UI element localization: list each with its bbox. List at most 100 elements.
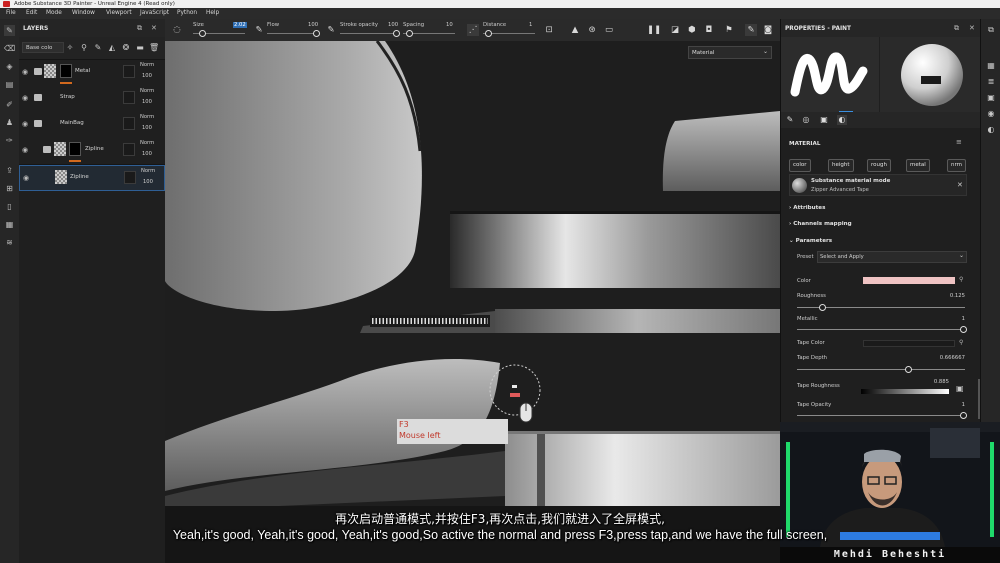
display-settings-icon[interactable]: ▣ xyxy=(986,93,996,103)
menu-mode[interactable]: Mode xyxy=(46,8,62,19)
bake-icon[interactable]: ⊞ xyxy=(4,183,15,194)
eyedropper-icon[interactable]: ⚲ xyxy=(959,339,963,346)
texture-set-icon[interactable]: ▦ xyxy=(986,61,996,71)
camera-orbit-icon[interactable]: ⊛ xyxy=(586,24,598,36)
flow-pressure-icon[interactable]: ✎ xyxy=(325,24,337,36)
panel-float-icon[interactable]: ⧉ xyxy=(986,25,996,35)
paint-mode-icon[interactable]: ✎ xyxy=(745,24,757,36)
tape-depth-knob[interactable] xyxy=(905,366,912,373)
screenshot-camera-icon[interactable]: ◙ xyxy=(762,24,774,36)
parameters-section[interactable]: ⌄ Parameters xyxy=(789,238,832,244)
paint-brush-icon[interactable]: ✎ xyxy=(4,25,15,36)
roughness-knob[interactable] xyxy=(819,304,826,311)
layer-opacity[interactable]: 100 xyxy=(142,125,152,131)
pen-pressure-icon[interactable]: ✎ xyxy=(253,24,265,36)
menu-python[interactable]: Python xyxy=(177,8,197,19)
wand-icon[interactable]: ✧ xyxy=(65,42,75,53)
presets-menu-icon[interactable]: ≡ xyxy=(956,138,962,146)
layer-blend-mode[interactable]: Norm xyxy=(140,114,154,120)
panel-close-icon[interactable]: ✕ xyxy=(151,24,157,32)
tape-color-swatch[interactable] xyxy=(863,340,955,347)
eraser-icon[interactable]: ⌫ xyxy=(4,43,15,54)
delete-layer-icon[interactable]: 🗑 xyxy=(149,42,159,53)
layer-row-metal[interactable]: ◉ Metal Norm 100 xyxy=(19,60,165,87)
eye-icon[interactable]: ◉ xyxy=(22,120,30,128)
brush-shape-icon[interactable]: ◌ xyxy=(171,24,183,36)
eyedropper-icon[interactable]: ⚲ xyxy=(79,42,89,53)
channels-mapping-section[interactable]: › Channels mapping xyxy=(789,221,852,227)
eye-icon[interactable]: ◉ xyxy=(22,146,30,154)
menu-help[interactable]: Help xyxy=(206,8,219,19)
render-mode-icon[interactable]: ◪ xyxy=(669,24,681,36)
layer-blend-mode[interactable]: Norm xyxy=(140,140,154,146)
log-icon[interactable]: ◐ xyxy=(986,125,996,135)
panel-float-icon[interactable]: ⧉ xyxy=(137,24,142,33)
clone-icon[interactable]: ♟ xyxy=(4,117,15,128)
channel-chip-metal[interactable]: metal xyxy=(906,159,930,172)
layer-opacity[interactable]: 100 xyxy=(142,99,152,105)
spacing-slider-knob[interactable] xyxy=(406,30,413,37)
attributes-section[interactable]: › Attributes xyxy=(789,205,825,211)
tape-depth-value[interactable]: 0.666667 xyxy=(921,355,965,361)
lazy-mouse-icon[interactable]: ⋰ xyxy=(467,24,479,36)
layer-row-mainbag[interactable]: ◉ MainBag Norm 100 xyxy=(19,112,165,139)
tape-depth-slider[interactable] xyxy=(797,369,965,370)
video-camera-icon[interactable]: ◘ xyxy=(703,24,715,36)
document-icon[interactable]: ▦ xyxy=(4,219,15,230)
layer-opacity[interactable]: 100 xyxy=(143,179,153,185)
tab-brush-icon[interactable]: ✎ xyxy=(785,115,795,125)
eye-icon[interactable]: ◉ xyxy=(23,174,31,182)
stroke-opacity-value[interactable]: 100 xyxy=(388,22,398,28)
eye-icon[interactable]: ◉ xyxy=(22,68,30,76)
channel-select[interactable]: Base colo xyxy=(22,42,64,53)
substance-material-card[interactable]: Substance material mode Zipper Advanced … xyxy=(789,174,967,196)
roughness-value[interactable]: 0.125 xyxy=(931,293,965,299)
geometry-fill-icon[interactable]: ▤ xyxy=(4,79,15,90)
distance-value[interactable]: 1 xyxy=(529,22,532,28)
layer-opacity[interactable]: 100 xyxy=(142,73,152,79)
add-effect-icon[interactable]: ❂ xyxy=(121,42,131,53)
stroke-opacity-slider[interactable] xyxy=(340,33,400,34)
layer-blend-mode[interactable]: Norm xyxy=(141,168,155,174)
eye-icon[interactable]: ◉ xyxy=(22,94,30,102)
spacing-value[interactable]: 10 xyxy=(446,22,453,28)
size-value[interactable]: 2.02 xyxy=(233,22,247,28)
close-icon[interactable]: ✕ xyxy=(957,181,963,189)
3d-viewport[interactable]: Material ⌄ F3 Mouse left xyxy=(165,41,780,563)
size-slider-knob[interactable] xyxy=(199,30,206,37)
environment-icon[interactable]: ⚑ xyxy=(723,24,735,36)
menu-file[interactable]: File xyxy=(6,8,16,19)
color-swatch[interactable] xyxy=(863,277,955,284)
fill-icon[interactable]: ◭ xyxy=(107,42,117,53)
metallic-slider[interactable] xyxy=(797,329,965,330)
tape-opacity-value[interactable]: 1 xyxy=(931,402,965,408)
panel-float-icon[interactable]: ⧉ xyxy=(954,24,959,33)
color-picker-icon[interactable]: ✑ xyxy=(4,135,15,146)
layers-icon[interactable]: ≣ xyxy=(986,77,996,87)
tape-opacity-slider[interactable] xyxy=(797,415,965,416)
menu-viewport[interactable]: Viewport xyxy=(106,8,132,19)
stroke-opacity-knob[interactable] xyxy=(393,30,400,37)
symmetry-icon[interactable]: ⊡ xyxy=(543,24,555,36)
texture-input-icon[interactable]: ▣ xyxy=(956,384,964,393)
pause-icon[interactable]: ❚❚ xyxy=(647,24,661,36)
shelf-icon[interactable]: ◉ xyxy=(986,109,996,119)
layer-row-zipline-folder[interactable]: ◉ Zipline Norm 100 xyxy=(19,138,165,165)
tab-material-icon[interactable]: ◐ xyxy=(837,115,847,125)
viewport-channel-select[interactable]: Material xyxy=(688,46,772,59)
layer-blend-mode[interactable]: Norm xyxy=(140,88,154,94)
tab-alpha-icon[interactable]: ◎ xyxy=(801,115,811,125)
metallic-value[interactable]: 1 xyxy=(931,316,965,322)
add-folder-icon[interactable]: ▬ xyxy=(135,42,145,53)
menu-javascript[interactable]: JavaScript xyxy=(140,8,169,19)
menu-edit[interactable]: Edit xyxy=(26,8,37,19)
flow-value[interactable]: 100 xyxy=(308,22,318,28)
trash-icon[interactable]: ▯ xyxy=(4,201,15,212)
menu-window[interactable]: Window xyxy=(72,8,95,19)
layer-row-zipline-selected[interactable]: ◉ Zipline Norm 100 xyxy=(19,165,165,191)
metallic-knob[interactable] xyxy=(960,326,967,333)
layer-opacity[interactable]: 100 xyxy=(142,151,152,157)
screen-mode-icon[interactable]: ▭ xyxy=(603,24,615,36)
smudge-icon[interactable]: ✐ xyxy=(4,99,15,110)
channel-chip-color[interactable]: color xyxy=(789,159,811,172)
